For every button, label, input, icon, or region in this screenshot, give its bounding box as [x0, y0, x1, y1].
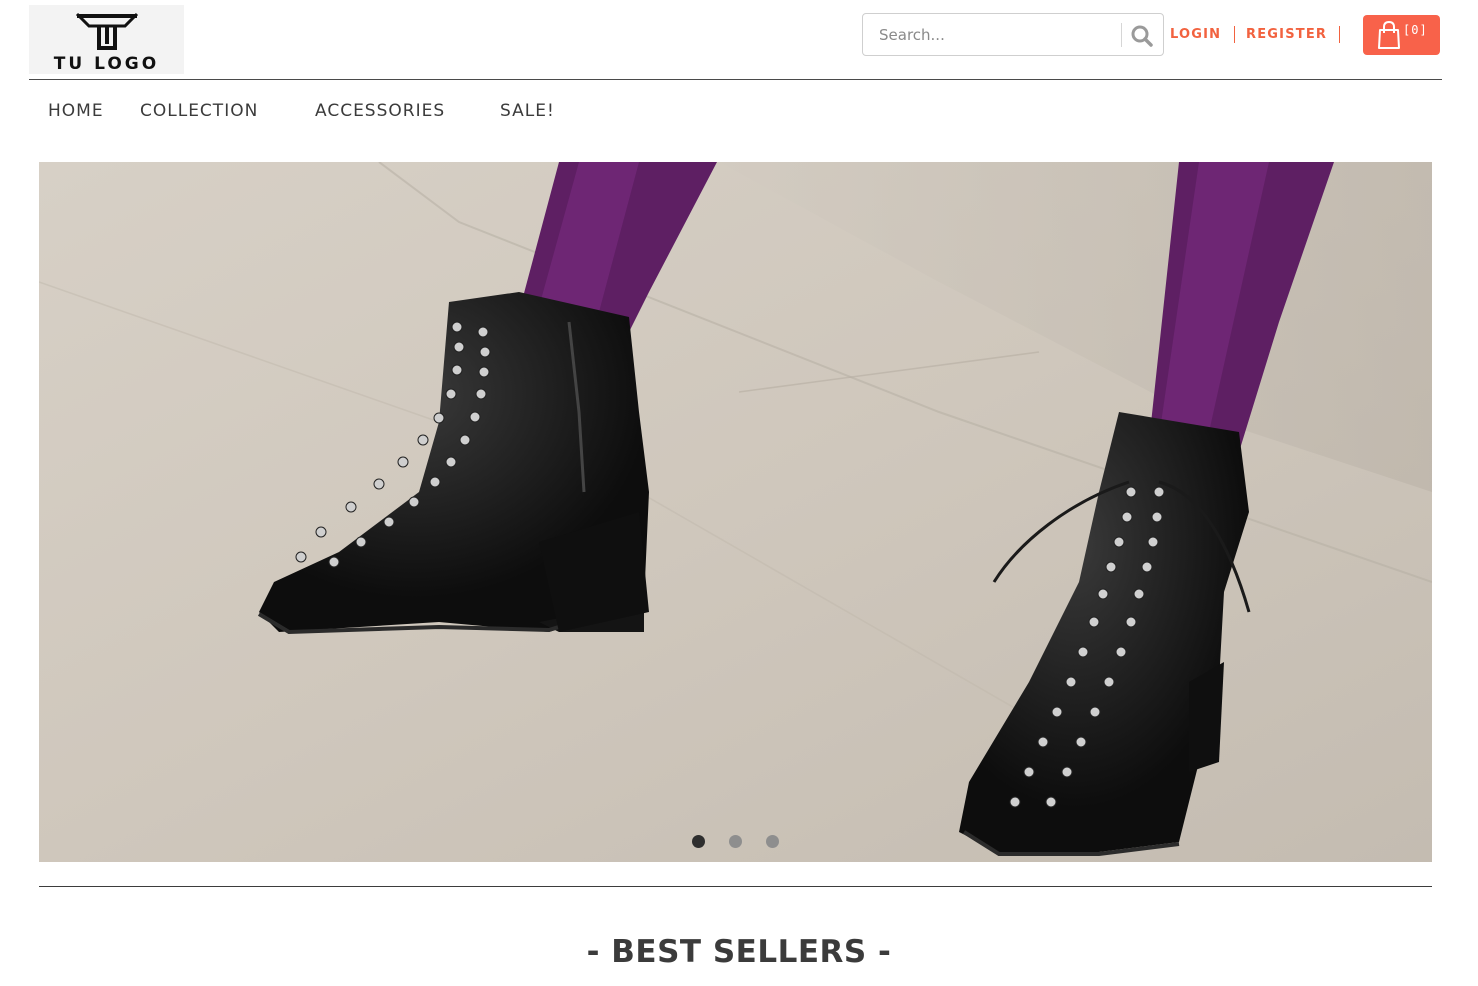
hero-image	[39, 162, 1432, 862]
header-divider	[29, 79, 1442, 80]
nav-item-sale[interactable]: SALE!	[500, 101, 555, 121]
search-box	[862, 13, 1164, 56]
search-button[interactable]	[1129, 23, 1155, 49]
carousel-dot-1[interactable]	[692, 835, 705, 848]
register-link[interactable]: REGISTER	[1246, 27, 1327, 42]
section-divider	[39, 886, 1432, 887]
search-icon	[1131, 25, 1153, 47]
brand-logo[interactable]: TU LOGO	[29, 5, 184, 74]
logo-mark-icon	[75, 12, 139, 50]
logo-text: TU LOGO	[53, 54, 160, 74]
cart-count: [0]	[1403, 23, 1428, 37]
nav-item-home[interactable]: HOME	[48, 101, 104, 121]
hero-carousel[interactable]	[39, 162, 1432, 862]
nav-item-accessories[interactable]: ACCESSORIES	[315, 101, 445, 121]
best-sellers-heading: - BEST SELLERS -	[586, 934, 892, 970]
search-divider	[1121, 23, 1122, 47]
carousel-dot-2[interactable]	[729, 835, 742, 848]
login-link[interactable]: LOGIN	[1170, 27, 1221, 42]
carousel-dot-3[interactable]	[766, 835, 779, 848]
auth-divider	[1339, 26, 1340, 43]
cart-button[interactable]: [0]	[1363, 15, 1440, 55]
nav-item-collection[interactable]: COLLECTION	[140, 101, 258, 121]
auth-divider	[1234, 26, 1235, 43]
shopping-bag-icon	[1378, 20, 1400, 49]
search-input[interactable]	[863, 14, 1121, 55]
